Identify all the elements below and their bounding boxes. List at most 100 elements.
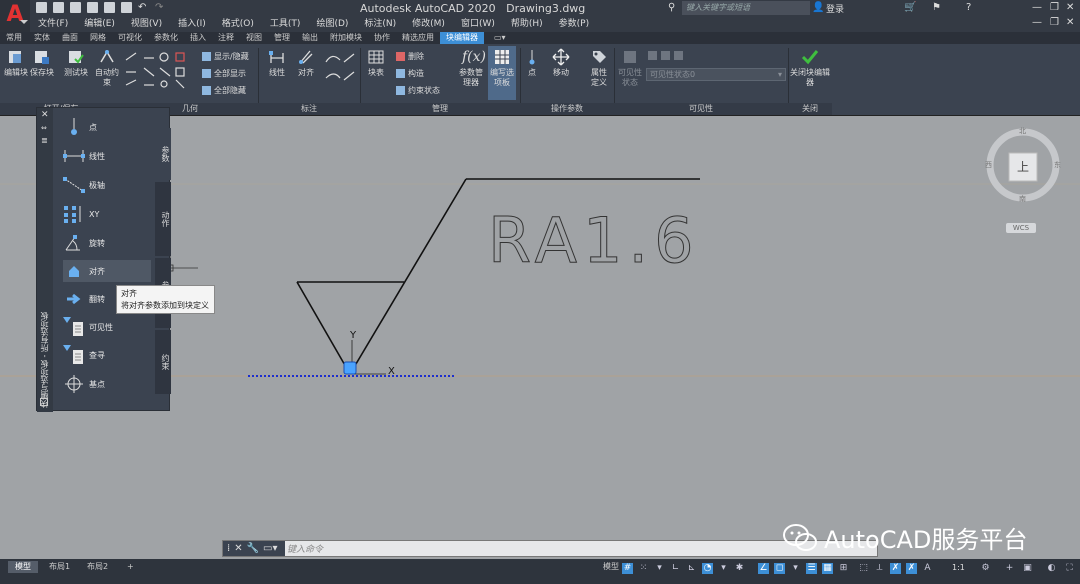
- delete-button[interactable]: 删除: [396, 51, 424, 62]
- menu-window[interactable]: 窗口(W): [453, 17, 503, 31]
- transparency-icon[interactable]: ▦: [822, 563, 833, 574]
- isodraft-icon[interactable]: ✱: [734, 563, 745, 574]
- object-snap-icon[interactable]: ◻: [774, 563, 785, 574]
- command-line[interactable]: ⁞ ✕ 🔧 ▭▾ 键入命令: [222, 540, 878, 557]
- close-icon[interactable]: ✕: [1066, 2, 1074, 13]
- plus-icon[interactable]: +: [1004, 563, 1015, 574]
- visibility-small-icons[interactable]: [646, 50, 686, 62]
- user-icon[interactable]: 👤: [812, 2, 824, 13]
- menu-view[interactable]: 视图(V): [123, 17, 170, 31]
- command-grip-icon[interactable]: ⁞: [227, 543, 230, 554]
- fullscreen-icon[interactable]: ⛶: [1064, 563, 1075, 574]
- show-all-button[interactable]: 全部显示: [202, 68, 246, 79]
- tab-parametric[interactable]: 参数化: [148, 32, 184, 44]
- polar-icon[interactable]: ⊾: [686, 563, 697, 574]
- palette-item-lookup[interactable]: 查寻: [63, 344, 151, 366]
- viewcube-west[interactable]: 西: [985, 160, 992, 170]
- tab-annotate[interactable]: 注释: [212, 32, 240, 44]
- layout-tab-model[interactable]: 模型: [8, 561, 38, 573]
- save-block-button[interactable]: 保存块: [30, 48, 54, 78]
- annotation-visibility-icon[interactable]: ✗: [906, 563, 917, 574]
- new-icon[interactable]: [36, 2, 47, 13]
- help-icon[interactable]: ?: [966, 2, 971, 13]
- open-icon[interactable]: [53, 2, 64, 13]
- annotation-scale-value[interactable]: 1:1: [952, 563, 965, 572]
- palette-titlebar[interactable]: ✕ ⇔ ≣ 块编写选项板 - 所有选项板: [37, 108, 53, 412]
- login-button[interactable]: 登录: [826, 2, 844, 15]
- palette-item-rotation[interactable]: 旋转: [63, 232, 151, 254]
- doc-close-icon[interactable]: ✕: [1066, 17, 1074, 28]
- geometry-constraint-icons[interactable]: [124, 50, 190, 90]
- connect-icon[interactable]: ⚑: [932, 2, 941, 13]
- undo-icon[interactable]: ↶: [138, 2, 149, 13]
- gear-icon[interactable]: ⚙: [980, 563, 991, 574]
- palette-item-point[interactable]: 点: [63, 116, 151, 138]
- chevron-down-icon[interactable]: ▾: [718, 563, 729, 574]
- ortho-icon[interactable]: ∟: [670, 563, 681, 574]
- doc-restore-icon[interactable]: ❐: [1050, 17, 1059, 28]
- construct-button[interactable]: 构造: [396, 68, 424, 79]
- add-layout-icon[interactable]: +: [120, 561, 141, 573]
- tab-mesh[interactable]: 网格: [84, 32, 112, 44]
- save-as-icon[interactable]: [87, 2, 98, 13]
- test-block-button[interactable]: 测试块: [64, 48, 88, 78]
- save-icon[interactable]: [70, 2, 81, 13]
- hide-all-button[interactable]: 全部隐藏: [202, 85, 246, 96]
- tab-output[interactable]: 输出: [296, 32, 324, 44]
- palette-properties-icon[interactable]: ≣: [41, 136, 48, 145]
- tab-featured-apps[interactable]: 精选应用: [396, 32, 440, 44]
- menu-file[interactable]: 文件(F): [30, 17, 76, 31]
- block-grip-icon[interactable]: [343, 361, 357, 375]
- palette-close-icon[interactable]: ✕: [41, 110, 49, 120]
- palette-tab-constraints[interactable]: 约束: [155, 330, 171, 394]
- palette-tab-parameters[interactable]: 参数: [155, 128, 171, 180]
- palette-item-polar[interactable]: 极轴: [63, 174, 151, 196]
- viewcube[interactable]: 上 北 南 东 西: [984, 126, 1062, 204]
- command-close-icon[interactable]: ✕: [234, 543, 242, 554]
- param-manager-button[interactable]: f(x) 参数管理器: [456, 48, 486, 88]
- tab-block-editor[interactable]: 块编辑器: [440, 32, 484, 44]
- edit-block-button[interactable]: 编辑块: [4, 48, 28, 78]
- isolate-objects-icon[interactable]: ◐: [1046, 563, 1057, 574]
- point-param-button[interactable]: 点: [522, 48, 542, 78]
- print-icon[interactable]: [121, 2, 132, 13]
- move-action-button[interactable]: 移动: [548, 48, 574, 78]
- menu-format[interactable]: 格式(O): [214, 17, 262, 31]
- palette-autohide-icon[interactable]: ⇔: [41, 124, 47, 132]
- palette-item-alignment[interactable]: 对齐: [63, 260, 151, 282]
- minimize-icon[interactable]: —: [1032, 2, 1042, 13]
- dynamic-ucs-icon[interactable]: ⟂: [874, 563, 885, 574]
- linear-dim-button[interactable]: 线性: [264, 48, 290, 78]
- object-snap-tracking-icon[interactable]: ∠: [758, 563, 769, 574]
- 3d-osnap-icon[interactable]: ⬚: [858, 563, 869, 574]
- lineweight-icon[interactable]: ☰: [806, 563, 817, 574]
- layout-tab-layout1[interactable]: 布局1: [42, 561, 77, 573]
- tab-home[interactable]: 常用: [0, 32, 28, 44]
- palette-item-basepoint[interactable]: 基点: [63, 373, 151, 395]
- show-hide-button[interactable]: 显示/隐藏: [202, 51, 249, 62]
- aligned-dim-button[interactable]: 对齐: [292, 48, 320, 78]
- tab-extra-icon[interactable]: ▭▾: [484, 32, 516, 44]
- palette-tab-actions[interactable]: 动作: [155, 182, 171, 256]
- binoculars-icon[interactable]: ⚲: [668, 2, 675, 13]
- menu-modify[interactable]: 修改(M): [404, 17, 453, 31]
- attribute-definition-button[interactable]: 属性定义: [588, 48, 610, 88]
- autocad-logo-icon[interactable]: A: [0, 0, 30, 32]
- menu-insert[interactable]: 插入(I): [170, 17, 214, 31]
- restore-icon[interactable]: ❐: [1050, 2, 1059, 13]
- close-block-editor-button[interactable]: 关闭块编辑器: [790, 48, 830, 88]
- tab-addins[interactable]: 附加模块: [324, 32, 368, 44]
- tab-surface[interactable]: 曲面: [56, 32, 84, 44]
- tab-collaborate[interactable]: 协作: [368, 32, 396, 44]
- grid-icon[interactable]: #: [622, 563, 633, 574]
- auto-constrain-button[interactable]: 自动约束: [94, 48, 120, 88]
- redo-icon[interactable]: ↷: [155, 2, 166, 13]
- tab-insert[interactable]: 插入: [184, 32, 212, 44]
- visibility-state-button[interactable]: 可见性状态: [616, 48, 644, 88]
- command-input[interactable]: 键入命令: [287, 542, 323, 555]
- hardware-acceleration-icon[interactable]: ▣: [1022, 563, 1033, 574]
- menu-dimension[interactable]: 标注(N): [356, 17, 404, 31]
- command-history-icon[interactable]: ▭▾: [263, 543, 277, 554]
- viewcube-south[interactable]: 南: [1019, 194, 1026, 204]
- dimension-small-icons[interactable]: [322, 50, 358, 90]
